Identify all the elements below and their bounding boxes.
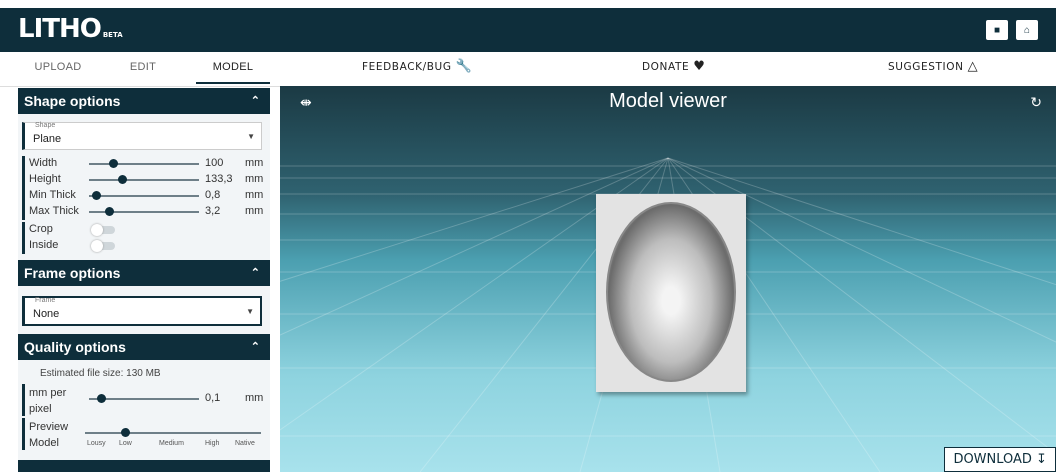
min-thick-label: Min Thick bbox=[29, 189, 76, 201]
download-button[interactable]: DOWNLOAD ↧ bbox=[944, 447, 1056, 472]
mm-per-pixel-value: 0,1 bbox=[205, 392, 221, 404]
options-panel: Shape options ⌃ Shape Plane ▼ Width 100 … bbox=[18, 88, 270, 472]
height-slider-track[interactable] bbox=[89, 179, 199, 181]
width-slider-knob[interactable] bbox=[109, 159, 118, 168]
shape-select-label: Shape bbox=[35, 122, 56, 129]
preview-model-row: Preview Model Lousy Low Medium High Nati… bbox=[22, 418, 266, 450]
refresh-icon[interactable]: ↻ bbox=[1030, 94, 1042, 111]
mm-per-pixel-slider-knob[interactable] bbox=[97, 394, 106, 403]
shape-select-value: Plane bbox=[33, 133, 62, 145]
max-thick-unit: mm bbox=[245, 205, 264, 217]
file-size-text: Estimated file size: 130 MB bbox=[40, 368, 161, 379]
width-row: Width 100 mm bbox=[22, 156, 266, 172]
preview-model-label-line2: Model bbox=[29, 437, 59, 449]
shape-select[interactable]: Shape Plane ▼ bbox=[22, 122, 262, 150]
height-slider-knob[interactable] bbox=[118, 175, 127, 184]
frame-select[interactable]: Frame None ▼ bbox=[22, 296, 262, 326]
width-slider-track[interactable] bbox=[89, 163, 199, 165]
min-thick-row: Min Thick 0,8 mm bbox=[22, 188, 266, 204]
preview-slider-track[interactable] bbox=[85, 432, 261, 434]
preview-level-lousy: Lousy bbox=[87, 440, 106, 447]
frame-options-header[interactable]: Frame options ⌃ bbox=[18, 260, 270, 286]
max-thick-label: Max Thick bbox=[29, 205, 79, 217]
feedback-link[interactable]: FEEDBACK/BUG 🔧 bbox=[362, 52, 472, 82]
suggestion-link[interactable]: SUGGESTION △ bbox=[888, 52, 978, 82]
min-thick-slider-track[interactable] bbox=[89, 195, 199, 197]
height-label: Height bbox=[29, 173, 61, 185]
tab-edit[interactable]: EDIT bbox=[118, 52, 168, 82]
mm-per-pixel-label: mm per pixel bbox=[29, 385, 66, 417]
lithophane-image bbox=[606, 202, 736, 382]
save-icon[interactable]: ■ bbox=[986, 20, 1008, 40]
nav-bar: UPLOAD EDIT MODEL FEEDBACK/BUG 🔧 DONATE ♥ … bbox=[0, 52, 1056, 87]
width-value: 100 bbox=[205, 157, 224, 169]
chevron-up-icon: ⌃ bbox=[250, 95, 260, 107]
lightbulb-icon: △ bbox=[967, 59, 979, 74]
frame-options-title: Frame options bbox=[24, 265, 121, 281]
beta-badge: BETA bbox=[102, 31, 123, 39]
mm-per-pixel-row: mm per pixel 0,1 mm bbox=[22, 384, 266, 416]
height-value: 133,3 bbox=[205, 173, 233, 185]
height-unit: mm bbox=[245, 173, 264, 185]
mm-per-pixel-unit: mm bbox=[245, 392, 264, 404]
logo-text: LITHO bbox=[18, 14, 102, 44]
height-row: Height 133,3 mm bbox=[22, 172, 266, 188]
width-unit: mm bbox=[245, 157, 264, 169]
frame-select-value: None bbox=[33, 308, 60, 320]
preview-model-label: Preview Model bbox=[29, 419, 68, 451]
download-icon: ↧ bbox=[1036, 452, 1047, 467]
home-icon[interactable]: ⌂ bbox=[1016, 20, 1038, 40]
max-thick-slider-knob[interactable] bbox=[105, 207, 114, 216]
app-header: LITHO BETA ■ ⌂ bbox=[0, 8, 1056, 52]
download-label: DOWNLOAD bbox=[953, 452, 1032, 467]
model-viewer[interactable]: Model viewer ⇼ ↻ DOWNLOAD ↧ bbox=[280, 86, 1056, 472]
inside-label: Inside bbox=[29, 239, 59, 251]
dropdown-arrow-icon: ▼ bbox=[247, 132, 255, 141]
viewer-title: Model viewer bbox=[609, 90, 727, 112]
inside-row: Inside bbox=[22, 238, 266, 254]
min-thick-slider-knob[interactable] bbox=[92, 191, 101, 200]
quality-options-title: Quality options bbox=[24, 339, 126, 355]
max-thick-row: Max Thick 3,2 mm bbox=[22, 204, 266, 220]
lithophane-model bbox=[596, 194, 746, 392]
heart-icon: ♥ bbox=[693, 59, 706, 74]
preview-level-native: Native bbox=[235, 440, 255, 447]
shape-options-header[interactable]: Shape options ⌃ bbox=[18, 88, 270, 114]
max-thick-value: 3,2 bbox=[205, 205, 221, 217]
frame-select-label: Frame bbox=[35, 297, 56, 304]
crop-label: Crop bbox=[29, 223, 53, 235]
mm-per-pixel-label-line2: pixel bbox=[29, 403, 52, 415]
attributes-header[interactable] bbox=[18, 460, 270, 472]
preview-level-low: Low bbox=[119, 440, 132, 447]
donate-link[interactable]: DONATE ♥ bbox=[642, 52, 706, 82]
preview-model-label-line1: Preview bbox=[29, 421, 69, 433]
mm-per-pixel-label-line1: mm per bbox=[29, 387, 67, 399]
preview-level-high: High bbox=[205, 440, 220, 447]
quality-options-header[interactable]: Quality options ⌃ bbox=[18, 334, 270, 360]
chevron-up-icon: ⌃ bbox=[250, 341, 260, 353]
crop-toggle[interactable] bbox=[91, 224, 115, 236]
min-thick-value: 0,8 bbox=[205, 189, 221, 201]
preview-slider-knob[interactable] bbox=[121, 428, 130, 437]
tab-model[interactable]: MODEL bbox=[196, 52, 270, 84]
crop-row: Crop bbox=[22, 222, 266, 238]
wrench-icon: 🔧 bbox=[455, 59, 473, 74]
inside-toggle[interactable] bbox=[91, 240, 115, 252]
donate-label: DONATE bbox=[642, 61, 690, 73]
shape-options-title: Shape options bbox=[24, 93, 121, 109]
min-thick-unit: mm bbox=[245, 189, 264, 201]
width-label: Width bbox=[29, 157, 58, 169]
dropdown-arrow-icon: ▼ bbox=[246, 307, 254, 316]
feedback-label: FEEDBACK/BUG bbox=[362, 61, 452, 73]
tab-upload[interactable]: UPLOAD bbox=[28, 52, 88, 82]
chevron-up-icon: ⌃ bbox=[250, 267, 260, 279]
collapse-panel-icon[interactable]: ⇼ bbox=[300, 94, 312, 111]
suggestion-label: SUGGESTION bbox=[888, 61, 964, 73]
preview-level-medium: Medium bbox=[159, 440, 184, 447]
logo[interactable]: LITHO BETA bbox=[18, 14, 123, 44]
